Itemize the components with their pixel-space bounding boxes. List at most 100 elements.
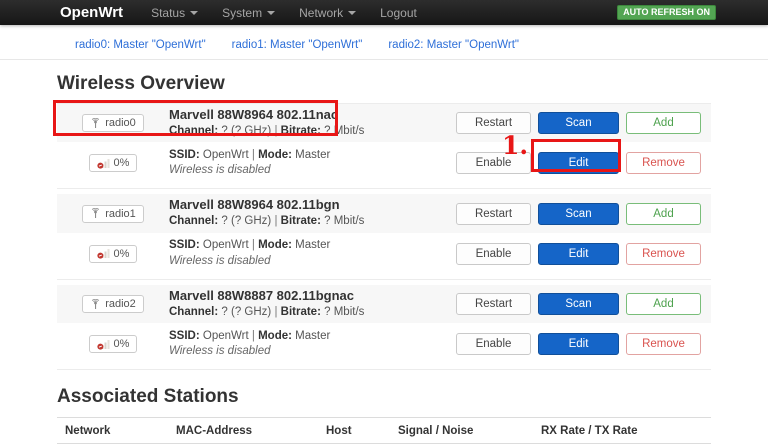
signal-disabled-icon [96, 249, 110, 259]
mode-value: Master [295, 148, 331, 161]
radio2-badge: radio2 [82, 295, 144, 314]
restart-button-radio0[interactable]: Restart [456, 112, 531, 135]
top-navbar: OpenWrt Status System Network Logout AUT… [0, 0, 768, 25]
signal-badge-radio1: 0% [88, 244, 138, 263]
quicklink-radio2[interactable]: radio2: Master "OpenWrt" [388, 39, 519, 51]
nav-item-network[interactable]: Network [287, 0, 368, 25]
mode-label: Mode: [258, 329, 292, 342]
quicklink-radio0[interactable]: radio0: Master "OpenWrt" [75, 39, 206, 51]
edit-button-radio2[interactable]: Edit [538, 333, 619, 356]
wireless-status: Wireless is disabled [169, 164, 271, 177]
stations-table-header: Network MAC-Address Host Signal / Noise … [57, 418, 711, 445]
radio1-badge-label: radio1 [105, 207, 136, 220]
radio-quicklinks: radio0: Master "OpenWrt" radio1: Master … [0, 25, 768, 60]
device-row-radio0: radio0 Marvell 88W8964 802.11nac Channel… [57, 104, 711, 143]
bitrate-value: ? Mbit/s [324, 215, 365, 228]
ssid-row-radio0: 0% SSID: OpenWrt | Mode: Master Wireless… [57, 142, 711, 189]
wireless-group-radio2: radio2 Marvell 88W8887 802.11bgnac Chann… [57, 284, 711, 371]
enable-button-radio0[interactable]: Enable [456, 152, 531, 175]
chevron-down-icon [348, 10, 357, 15]
page: OpenWrt Status System Network Logout AUT… [0, 0, 768, 446]
bitrate-label: Bitrate: [280, 215, 321, 228]
mode-label: Mode: [258, 148, 292, 161]
signal-badge-radio2: 0% [88, 335, 138, 354]
device-title: Marvell 88W8964 802.11bgn [169, 197, 340, 213]
device-row-radio2: radio2 Marvell 88W8887 802.11bgnac Chann… [57, 284, 711, 324]
add-button-radio0[interactable]: Add [626, 112, 701, 135]
wireless-overview-title: Wireless Overview [57, 73, 225, 94]
nav-menu: Status System Network Logout [139, 0, 429, 25]
associated-stations-table: Network MAC-Address Host Signal / Noise … [57, 417, 711, 446]
mode-label: Mode: [258, 239, 292, 252]
nav-item-status[interactable]: Status [139, 0, 210, 25]
remove-button-radio0[interactable]: Remove [626, 152, 701, 175]
restart-button-radio2[interactable]: Restart [456, 293, 531, 316]
device-title: Marvell 88W8887 802.11bgnac [169, 287, 355, 303]
nav-item-network-label: Network [299, 5, 344, 20]
antenna-icon [92, 298, 100, 309]
ssid-line: SSID: OpenWrt | Mode: Master [169, 238, 450, 254]
bitrate-label: Bitrate: [280, 124, 321, 137]
mode-value: Master [295, 239, 331, 252]
separator: | [274, 215, 278, 228]
bitrate-value: ? Mbit/s [324, 124, 365, 137]
channel-value: ? (? GHz) [221, 305, 272, 318]
col-host: Host [326, 425, 352, 438]
scan-button-radio1[interactable]: Scan [538, 202, 619, 225]
col-mac-address: MAC-Address [176, 425, 253, 438]
mode-value: Master [295, 329, 331, 342]
signal-percent-label: 0% [113, 157, 130, 170]
enable-button-radio2[interactable]: Enable [456, 333, 531, 356]
restart-button-radio1[interactable]: Restart [456, 202, 531, 225]
add-button-radio1[interactable]: Add [626, 202, 701, 225]
channel-label: Channel: [169, 305, 219, 318]
quicklink-radio1[interactable]: radio1: Master "OpenWrt" [232, 39, 363, 51]
remove-button-radio1[interactable]: Remove [626, 242, 701, 265]
nav-item-system[interactable]: System [210, 0, 287, 25]
associated-stations-title: Associated Stations [57, 386, 239, 408]
chevron-down-icon [267, 10, 276, 15]
add-button-radio2[interactable]: Add [626, 293, 701, 316]
nav-item-status-label: Status [151, 5, 186, 20]
ssid-value: OpenWrt [202, 329, 249, 342]
scan-button-radio0[interactable]: Scan [538, 112, 619, 135]
channel-label: Channel: [169, 124, 219, 137]
channel-label: Channel: [169, 215, 219, 228]
enable-button-radio1[interactable]: Enable [456, 242, 531, 265]
signal-disabled-icon [96, 158, 110, 169]
col-network: Network [65, 425, 111, 438]
edit-button-radio1[interactable]: Edit [538, 242, 619, 265]
signal-percent-label: 0% [113, 247, 130, 260]
wireless-group-radio0: radio0 Marvell 88W8964 802.11nac Channel… [57, 104, 711, 190]
device-row-radio1: radio1 Marvell 88W8964 802.11bgn Channel… [57, 194, 711, 233]
remove-button-radio2[interactable]: Remove [626, 333, 701, 356]
separator: | [251, 239, 255, 252]
device-subline: Channel: ? (? GHz) | Bitrate: ? Mbit/s [169, 214, 450, 230]
ssid-label: SSID: [169, 329, 200, 342]
scan-button-radio2[interactable]: Scan [538, 293, 619, 316]
wireless-status: Wireless is disabled [169, 254, 271, 267]
device-subline: Channel: ? (? GHz) | Bitrate: ? Mbit/s [169, 124, 450, 140]
col-rx-tx-rate: RX Rate / TX Rate [541, 425, 638, 438]
separator: | [274, 305, 278, 318]
device-subline: Channel: ? (? GHz) | Bitrate: ? Mbit/s [169, 305, 450, 321]
bitrate-label: Bitrate: [280, 305, 321, 318]
antenna-icon [92, 208, 100, 219]
brand-openwrt[interactable]: OpenWrt [60, 4, 123, 21]
auto-refresh-toggle[interactable]: AUTO REFRESH ON [617, 5, 716, 20]
radio2-badge-label: radio2 [105, 298, 136, 311]
bitrate-value: ? Mbit/s [324, 305, 365, 318]
ssid-label: SSID: [169, 148, 200, 161]
nav-item-logout[interactable]: Logout [368, 0, 429, 25]
separator: | [251, 329, 255, 342]
ssid-line: SSID: OpenWrt | Mode: Master [169, 329, 450, 345]
radio1-badge: radio1 [82, 204, 144, 223]
channel-value: ? (? GHz) [221, 124, 272, 137]
wireless-status: Wireless is disabled [169, 345, 271, 358]
signal-disabled-icon [96, 339, 110, 350]
radio0-badge-label: radio0 [105, 117, 136, 130]
signal-badge-radio0: 0% [88, 154, 138, 173]
wireless-table: radio0 Marvell 88W8964 802.11nac Channel… [57, 103, 711, 371]
edit-button-radio0[interactable]: Edit [538, 152, 619, 175]
signal-percent-label: 0% [113, 338, 130, 351]
